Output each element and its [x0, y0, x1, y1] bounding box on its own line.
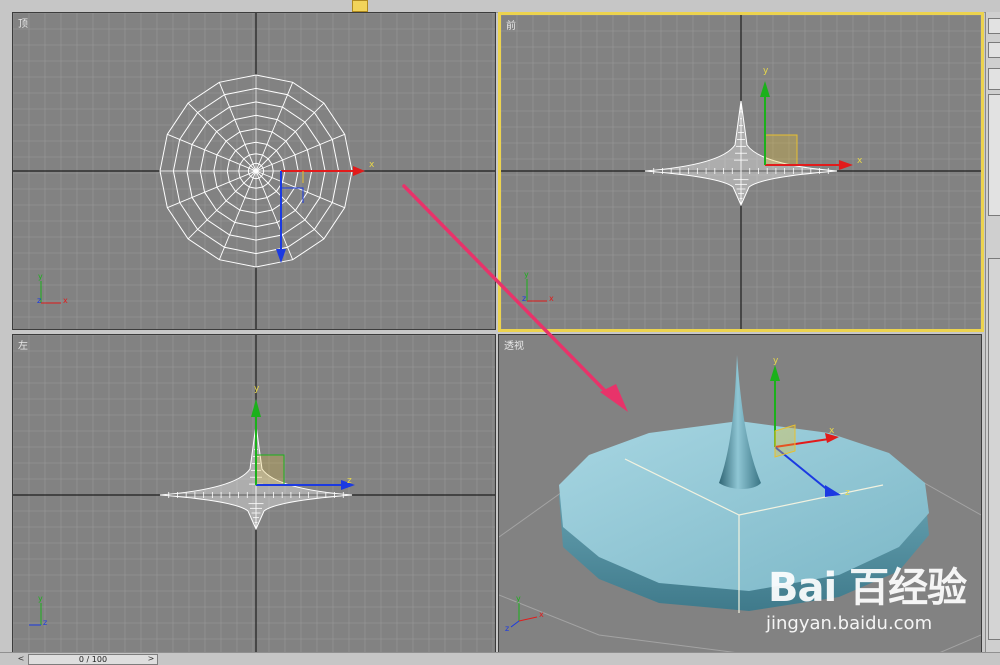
gizmo-label-z: z [347, 476, 352, 486]
time-slider-next-button[interactable]: > [146, 654, 156, 663]
time-slider-frame: 0 / 100 [78, 655, 108, 664]
transform-gizmo[interactable]: y x [760, 66, 863, 170]
gizmo-label-x: x [829, 426, 835, 436]
tripod-x: x [549, 294, 554, 303]
panel-field[interactable] [988, 68, 1000, 90]
time-slider-prev-button[interactable]: < [16, 654, 26, 663]
tripod-y: y [38, 594, 43, 603]
gizmo-label-y: y [773, 356, 779, 366]
gizmo-label-x: x [369, 160, 375, 170]
panel-field[interactable] [988, 42, 1000, 58]
transform-gizmo[interactable]: y z [251, 384, 355, 490]
wireframe-spike-front[interactable] [644, 100, 838, 207]
tripod-z: z [522, 294, 526, 303]
time-slider[interactable]: 0 / 100 [28, 654, 158, 665]
gizmo-label-z: z [845, 488, 850, 498]
left-strip [0, 12, 12, 652]
viewport-left[interactable]: 左 y z y z [12, 334, 496, 654]
modifier-stack[interactable] [988, 94, 1000, 216]
viewport-top[interactable]: 顶 x y x z [12, 12, 496, 330]
top-view-canvas: x y x z [13, 13, 495, 329]
panel-tab-create[interactable] [988, 18, 1000, 34]
tripod-y: y [516, 594, 521, 603]
front-view-canvas: y x y x z [501, 15, 981, 329]
viewport-label-perspective[interactable]: 透视 [504, 337, 524, 352]
viewport-label-front[interactable]: 前 [506, 17, 516, 32]
viewport-label-left[interactable]: 左 [18, 337, 28, 352]
watermark-url: jingyan.baidu.com [766, 613, 933, 634]
tripod-x: x [63, 296, 68, 305]
viewport-label-top[interactable]: 顶 [18, 15, 28, 30]
gizmo-label-y: y [254, 384, 260, 394]
gizmo-label-x: x [857, 156, 863, 166]
tripod-y: y [524, 270, 529, 279]
gizmo-label-y: y [763, 66, 769, 76]
select-tool-button[interactable] [352, 0, 368, 12]
toolbar-button[interactable] [372, 0, 386, 10]
toolbar-button[interactable] [236, 0, 250, 10]
viewport-front[interactable]: 前 y x y x z [498, 12, 984, 332]
left-view-canvas: y z y z [13, 335, 495, 653]
viewport-axis-tripod: y z [29, 594, 47, 627]
tripod-y: y [38, 272, 43, 281]
watermark-logo: Bai 百经验 [768, 565, 967, 611]
transform-gizmo[interactable]: x [276, 160, 375, 263]
baidu-watermark: Bai 百经验 jingyan.baidu.com [760, 545, 1000, 655]
viewport-axis-tripod: y x z [37, 272, 68, 305]
tripod-x: x [539, 610, 544, 619]
tripod-z: z [37, 296, 41, 305]
tripod-z: z [43, 618, 47, 627]
tripod-z: z [505, 624, 509, 633]
